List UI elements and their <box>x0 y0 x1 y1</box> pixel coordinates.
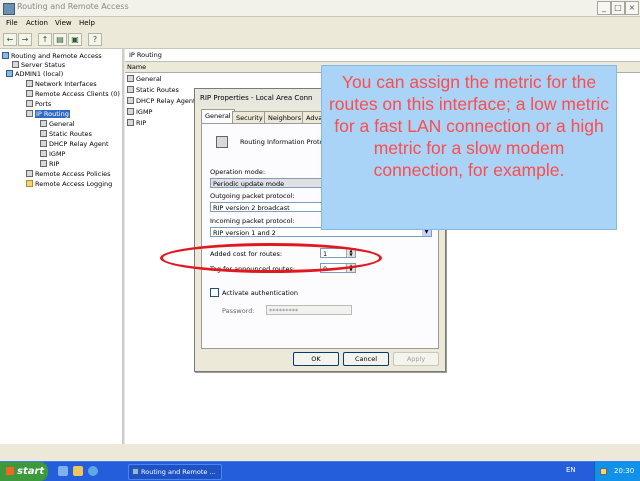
list-item[interactable]: IGMP <box>127 108 152 116</box>
windows-logo-icon <box>6 467 14 475</box>
tree-remote-access-clients[interactable]: Remote Access Clients (0) <box>26 90 120 98</box>
igmp-icon <box>40 150 47 157</box>
help-icon[interactable]: ? <box>88 33 102 46</box>
explorer-icon[interactable] <box>73 466 83 476</box>
minimize-button[interactable]: _ <box>597 1 611 15</box>
password-label: Password: <box>222 307 255 315</box>
general-icon <box>127 75 134 82</box>
static-routes-icon <box>127 86 134 93</box>
details-title-bar: IP Routing <box>125 49 640 62</box>
show-hide-tree-icon[interactable]: ▤ <box>53 33 67 46</box>
dialog-title: RIP Properties - Local Area Conn <box>200 94 313 102</box>
tree-static-routes[interactable]: Static Routes <box>40 130 92 138</box>
outgoing-protocol-label: Outgoing packet protocol: <box>210 192 295 200</box>
tree-rip[interactable]: RIP <box>40 160 59 168</box>
export-icon[interactable]: ▣ <box>68 33 82 46</box>
routing-icon <box>132 468 139 475</box>
list-item[interactable]: DHCP Relay Agent <box>127 97 196 105</box>
tree-remote-access-logging[interactable]: Remote Access Logging <box>26 180 112 188</box>
cancel-button[interactable]: Cancel <box>343 352 389 366</box>
menu-view[interactable]: View <box>55 19 72 27</box>
operation-mode-select[interactable]: Periodic update mode <box>210 178 330 188</box>
folder-icon <box>26 180 33 187</box>
list-item[interactable]: RIP <box>127 119 146 127</box>
menu-action[interactable]: Action <box>26 19 48 27</box>
tree-ports[interactable]: Ports <box>26 100 51 108</box>
close-button[interactable]: × <box>625 1 639 15</box>
window-title: Routing and Remote Access <box>17 2 129 11</box>
list-item[interactable]: Static Routes <box>127 86 179 94</box>
tree-root[interactable]: Routing and Remote Access <box>2 52 102 60</box>
tree-server-status[interactable]: Server Status <box>12 61 65 69</box>
browser-icon[interactable] <box>88 466 98 476</box>
clock[interactable]: 20:30 <box>614 467 634 475</box>
console-tree: Routing and Remote Access Server Status … <box>0 49 124 444</box>
taskbar-task-routing[interactable]: Routing and Remote ... <box>128 464 222 480</box>
policies-icon <box>26 170 33 177</box>
routing-icon <box>2 52 9 59</box>
tree-dhcp-relay[interactable]: DHCP Relay Agent <box>40 140 109 148</box>
incoming-protocol-label: Incoming packet protocol: <box>210 217 295 225</box>
protocol-label: Routing Information Protocol <box>240 138 333 146</box>
ports-icon <box>26 100 33 107</box>
app-icon <box>3 3 15 15</box>
tab-general[interactable]: General <box>201 109 235 124</box>
tray-icon[interactable] <box>600 468 607 475</box>
maximize-button[interactable]: □ <box>611 1 625 15</box>
ip-routing-icon <box>26 110 33 117</box>
tree-general[interactable]: General <box>40 120 75 128</box>
server-status-icon <box>12 61 19 68</box>
rip-icon <box>127 119 134 126</box>
apply-button[interactable]: Apply <box>393 352 439 366</box>
server-icon <box>6 70 13 77</box>
forward-icon[interactable]: → <box>18 33 32 46</box>
password-field[interactable]: ********* <box>266 305 352 315</box>
dhcp-icon <box>40 140 47 147</box>
rip-protocol-icon <box>216 136 228 148</box>
tree-network-interfaces[interactable]: Network Interfaces <box>26 80 97 88</box>
ok-button[interactable]: OK <box>293 352 339 366</box>
desktop-icon[interactable] <box>58 466 68 476</box>
up-icon[interactable]: ↑ <box>38 33 52 46</box>
activate-authentication-checkbox[interactable] <box>210 288 219 297</box>
outgoing-protocol-select[interactable]: RIP version 2 broadcast <box>210 202 330 212</box>
details-title: IP Routing <box>129 51 162 59</box>
list-item[interactable]: General <box>127 75 162 83</box>
instruction-callout: You can assign the metric for the routes… <box>321 65 617 230</box>
tree-ip-routing[interactable]: IP Routing <box>26 110 70 118</box>
igmp-icon <box>127 108 134 115</box>
activate-authentication-label: Activate authentication <box>222 289 298 297</box>
highlight-ellipse <box>160 243 382 273</box>
window-title-bar: Routing and Remote Access _ □ × <box>0 0 640 17</box>
start-button[interactable]: start <box>0 462 48 481</box>
back-icon[interactable]: ← <box>3 33 17 46</box>
menu-help[interactable]: Help <box>79 19 95 27</box>
tree-igmp[interactable]: IGMP <box>40 150 65 158</box>
toolbar: ← → ↑ ▤ ▣ ? <box>0 30 640 49</box>
dhcp-icon <box>127 97 134 104</box>
network-icon <box>26 80 33 87</box>
menu-bar: File Action View Help <box>0 17 640 30</box>
operation-mode-label: Operation mode: <box>210 168 266 176</box>
rip-icon <box>40 160 47 167</box>
system-tray: 20:30 <box>594 462 640 481</box>
clients-icon <box>26 90 33 97</box>
callout-text: You can assign the metric for the routes… <box>328 72 610 180</box>
language-indicator[interactable]: EN <box>566 466 576 474</box>
tree-server[interactable]: ADMIN1 (local) <box>6 70 63 78</box>
tree-remote-access-policies[interactable]: Remote Access Policies <box>26 170 111 178</box>
taskbar: start Routing and Remote ... EN 20:30 <box>0 461 640 481</box>
static-routes-icon <box>40 130 47 137</box>
general-icon <box>40 120 47 127</box>
menu-file[interactable]: File <box>6 19 18 27</box>
